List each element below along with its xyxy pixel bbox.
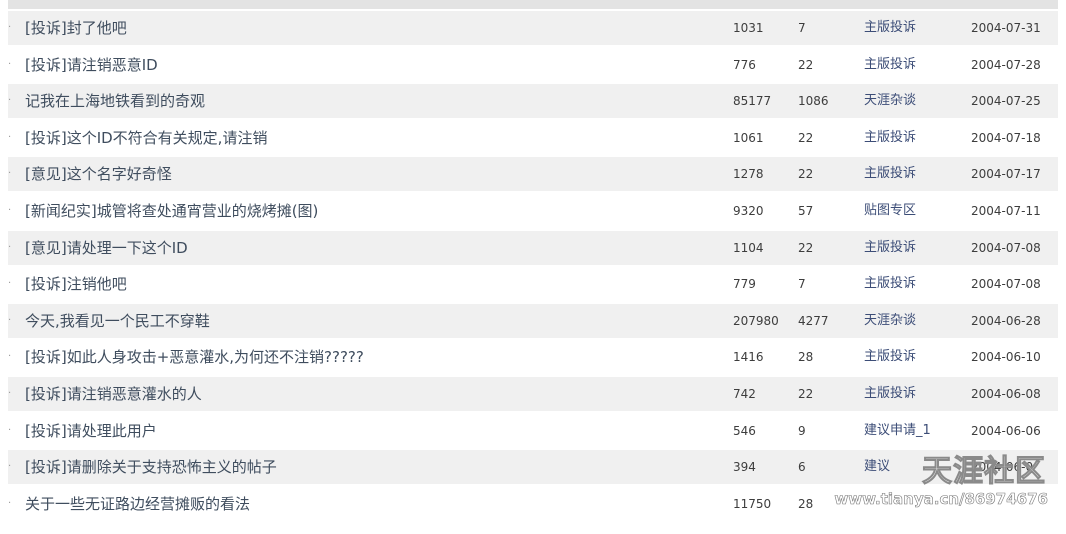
table-row[interactable]: · [投诉]如此人身攻击+恶意灌水,为何还不注销????? 1416 28 主版…: [8, 340, 1058, 375]
board-link[interactable]: 主版投诉: [864, 11, 916, 45]
bullet-icon: ·: [8, 22, 12, 33]
view-count: 207980: [733, 313, 779, 328]
view-count: 1416: [733, 350, 764, 365]
bullet-icon: ·: [8, 387, 12, 399]
board-link[interactable]: 主版投诉: [864, 157, 916, 191]
post-title-link[interactable]: [意见]请处理一下这个ID: [25, 231, 188, 265]
view-count: 394: [733, 460, 756, 475]
reply-count: 22: [798, 240, 814, 255]
reply-count: 6: [798, 460, 806, 475]
table-row[interactable]: · 今天,我看见一个民工不穿鞋 207980 4277 天涯杂谈 2004-06…: [8, 303, 1058, 338]
post-date: 2004-06-06: [971, 423, 1041, 438]
post-title-link[interactable]: [意见]这个名字好奇怪: [25, 157, 172, 191]
board-link[interactable]: 主版投诉: [864, 48, 916, 82]
post-title-link[interactable]: [投诉]这个ID不符合有关规定,请注销: [25, 121, 267, 155]
post-date: 2004-07-25: [971, 94, 1041, 109]
board-link[interactable]: 建议: [864, 450, 890, 484]
reply-count: 4277: [798, 313, 829, 328]
bullet-icon: ·: [8, 278, 12, 290]
bullet-icon: ·: [8, 95, 12, 107]
post-date: 2004-06-0: [971, 460, 1034, 475]
post-date: 2004-07-31: [971, 21, 1041, 35]
post-title-link[interactable]: [投诉]请注销恶意灌水的人: [25, 377, 202, 411]
board-link[interactable]: 贴图专区: [864, 194, 916, 228]
reply-count: 9: [798, 423, 806, 438]
reply-count: 22: [798, 386, 814, 401]
board-link[interactable]: 主版投诉: [864, 231, 916, 265]
view-count: 11750: [733, 496, 772, 511]
view-count: 1061: [733, 130, 764, 145]
post-title-link[interactable]: [投诉]请处理此用户: [25, 414, 157, 448]
view-count: 85177: [733, 94, 772, 109]
view-count: 546: [733, 423, 756, 438]
table-row[interactable]: · [投诉]注销他吧 779 7 主版投诉 2004-07-08: [8, 267, 1058, 302]
table-row[interactable]: · [投诉]这个ID不符合有关规定,请注销 1061 22 主版投诉 2004-…: [8, 120, 1058, 155]
post-title-link[interactable]: 今天,我看见一个民工不穿鞋: [25, 304, 210, 338]
bullet-icon: ·: [8, 461, 12, 473]
post-date: 2004-07-18: [971, 130, 1041, 145]
view-count: 776: [733, 57, 756, 72]
bullet-icon: ·: [8, 314, 12, 326]
board-link[interactable]: 主版投诉: [864, 340, 916, 374]
post-date: 2004-07-08: [971, 277, 1041, 292]
reply-count: 22: [798, 167, 814, 182]
post-title-link[interactable]: [投诉]封了他吧: [25, 11, 127, 45]
table-row[interactable]: · 记我在上海地铁看到的奇观 85177 1086 天涯杂谈 2004-07-2…: [8, 84, 1058, 119]
reply-count: 7: [798, 277, 806, 292]
table-row[interactable]: · [新闻纪实]城管将查处通宵营业的烧烤摊(图) 9320 57 贴图专区 20…: [8, 193, 1058, 228]
bullet-icon: ·: [8, 241, 12, 253]
reply-count: 28: [798, 496, 814, 511]
post-date: 2004-07-28: [971, 57, 1041, 72]
board-link[interactable]: 主版投诉: [864, 121, 916, 155]
post-date: 2004-07-17: [971, 167, 1041, 182]
post-list: · [投诉]封了他吧 1031 7 主版投诉 2004-07-31 · [投诉]…: [8, 11, 1058, 523]
table-row[interactable]: · [意见]请处理一下这个ID 1104 22 主版投诉 2004-07-08: [8, 230, 1058, 265]
reply-count: 57: [798, 203, 814, 218]
reply-count: 7: [798, 21, 806, 35]
table-row[interactable]: · [投诉]请处理此用户 546 9 建议申请_1 2004-06-06: [8, 413, 1058, 448]
view-count: 9320: [733, 203, 764, 218]
reply-count: 28: [798, 350, 814, 365]
post-date: 2004-07-08: [971, 240, 1041, 255]
bullet-icon: ·: [8, 497, 12, 509]
post-title-link[interactable]: [投诉]请删除关于支持恐怖主义的帖子: [25, 450, 277, 484]
table-row[interactable]: · [意见]这个名字好奇怪 1278 22 主版投诉 2004-07-17: [8, 157, 1058, 192]
table-row[interactable]: · [投诉]请注销恶意ID 776 22 主版投诉 2004-07-28: [8, 47, 1058, 82]
bullet-icon: ·: [8, 58, 12, 70]
bullet-icon: ·: [8, 204, 12, 216]
post-title-link[interactable]: [投诉]如此人身攻击+恶意灌水,为何还不注销?????: [25, 340, 364, 374]
bullet-icon: ·: [8, 131, 12, 143]
post-title-link[interactable]: 记我在上海地铁看到的奇观: [25, 84, 205, 118]
view-count: 1278: [733, 167, 764, 182]
table-row[interactable]: · 关于一些无证路边经营摊贩的看法 11750 28: [8, 486, 1058, 521]
post-date: 2004-06-08: [971, 386, 1041, 401]
post-title-link[interactable]: 关于一些无证路边经营摊贩的看法: [25, 487, 250, 521]
view-count: 779: [733, 277, 756, 292]
view-count: 742: [733, 386, 756, 401]
post-date: 2004-06-10: [971, 350, 1041, 365]
table-row[interactable]: · [投诉]请注销恶意灌水的人 742 22 主版投诉 2004-06-08: [8, 376, 1058, 411]
bullet-icon: ·: [8, 168, 12, 180]
view-count: 1104: [733, 240, 764, 255]
table-row[interactable]: · [投诉]封了他吧 1031 7 主版投诉 2004-07-31: [8, 11, 1058, 45]
post-title-link[interactable]: [投诉]请注销恶意ID: [25, 48, 158, 82]
bullet-icon: ·: [8, 424, 12, 436]
reply-count: 22: [798, 57, 814, 72]
post-title-link[interactable]: [投诉]注销他吧: [25, 267, 127, 301]
board-link[interactable]: 天涯杂谈: [864, 304, 916, 338]
post-date: 2004-07-11: [971, 203, 1041, 218]
reply-count: 22: [798, 130, 814, 145]
view-count: 1031: [733, 21, 764, 35]
post-date: 2004-06-28: [971, 313, 1041, 328]
reply-count: 1086: [798, 94, 829, 109]
table-row[interactable]: · [投诉]请删除关于支持恐怖主义的帖子 394 6 建议 2004-06-0: [8, 450, 1058, 485]
board-link[interactable]: 建议申请_1: [864, 414, 931, 448]
board-link[interactable]: 主版投诉: [864, 267, 916, 301]
post-title-link[interactable]: [新闻纪实]城管将查处通宵营业的烧烤摊(图): [25, 194, 318, 228]
list-top-border: [8, 0, 1058, 9]
bullet-icon: ·: [8, 351, 12, 363]
board-link[interactable]: 主版投诉: [864, 377, 916, 411]
board-link[interactable]: 天涯杂谈: [864, 84, 916, 118]
